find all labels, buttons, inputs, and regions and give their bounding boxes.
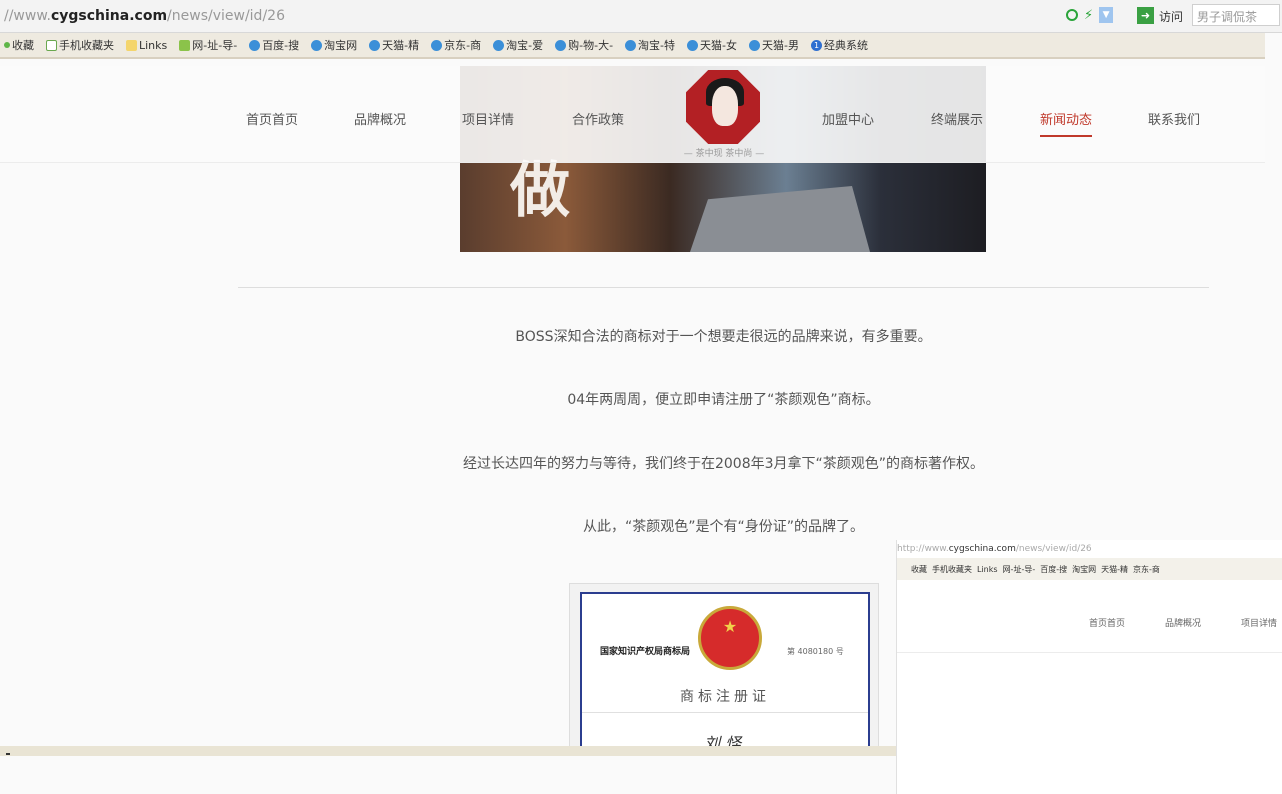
nav-franchise-center[interactable]: 加盟中心 [822, 109, 874, 128]
bookmark-item[interactable]: 京东-商 [431, 37, 481, 53]
certificate-issuer: 国家知识产权局商标局 [600, 647, 691, 657]
inset-bookmarks-bar: 收藏 手机收藏夹 Links 网-址-导- 百度-搜 淘宝网 天猫-精 京东-商 [897, 558, 1282, 580]
nav-contact-us[interactable]: 联系我们 [1148, 109, 1200, 128]
logo-face-shape [712, 86, 738, 126]
inset-bookmark: 京东-商 [1133, 564, 1160, 574]
nav-news[interactable]: 新闻动态 [1040, 109, 1093, 137]
globe-icon [249, 39, 261, 51]
inset-bookmark: 收藏 [911, 564, 927, 574]
article-paragraph: 04年两周周，便立即申请注册了“茶颜观色”商标。 [567, 392, 880, 408]
go-button[interactable]: 访问 [1159, 8, 1183, 25]
inset-screenshot: http://www.cygschina.com/news/view/id/26… [896, 540, 1282, 794]
globe-icon [555, 39, 567, 51]
chevron-down-icon[interactable]: ▼ [1099, 7, 1114, 23]
bookmark-item[interactable]: 购-物-大- [555, 37, 613, 53]
bookmark-item[interactable]: 淘宝网 [311, 37, 357, 53]
inset-nav-item: 首页首页 [1089, 619, 1126, 629]
brand-logo[interactable]: — 茶中现 茶中尚 — [678, 66, 770, 162]
certificate-number: 第 4080180 号 [787, 647, 844, 656]
logo-emblem [686, 70, 760, 144]
site-navigation: 首页首页 品牌概况 项目详情 合作政策 — 茶中现 茶中尚 — 加盟中心 终端展… [0, 66, 1265, 163]
page-icon [46, 39, 57, 51]
nav-home[interactable]: 首页首页 [246, 109, 298, 128]
numbered-circle-icon: 1 [811, 39, 822, 51]
article-paragraph: BOSS深知合法的商标对于一个想要走很远的品牌来说，有多重要。 [515, 329, 932, 345]
bookmark-item[interactable]: 天猫-女 [687, 37, 737, 53]
star-icon [4, 42, 10, 48]
bookmark-item[interactable]: 收藏 [4, 37, 34, 53]
bookmark-item[interactable]: 网-址-导- [179, 37, 237, 53]
globe-icon [687, 39, 699, 51]
inset-bookmark: 手机收藏夹 [932, 564, 972, 574]
address-bar: //www.cygschina.com/news/view/id/26 ⚡ ▼ … [0, 0, 1282, 33]
inset-bookmark: 淘宝网 [1072, 564, 1097, 574]
folder-icon [126, 39, 137, 51]
house-icon [179, 39, 191, 51]
cursor-mark [6, 753, 10, 755]
globe-icon [493, 39, 505, 51]
inset-bookmark: 百度-搜 [1040, 564, 1068, 574]
inset-bookmark: 天猫-精 [1101, 564, 1129, 574]
globe-icon [749, 39, 761, 51]
certificate-rule [582, 712, 868, 713]
national-emblem-icon: ★ [698, 606, 762, 670]
globe-icon [625, 39, 637, 51]
bookmark-item[interactable]: Links [126, 39, 167, 52]
nav-project-details[interactable]: 项目详情 [462, 109, 514, 128]
inset-bookmark: 网-址-导- [1002, 564, 1036, 574]
globe-icon [431, 39, 443, 51]
inset-url: http://www.cygschina.com/news/view/id/26 [897, 544, 1092, 554]
globe-icon [311, 39, 323, 51]
logo-tagline: — 茶中现 茶中尚 — [683, 149, 765, 159]
nav-store-showcase[interactable]: 终端展示 [931, 109, 983, 128]
inset-nav-item: 品牌概况 [1165, 619, 1202, 629]
address-icons: ⚡ ▼ [1066, 7, 1114, 23]
article-paragraph: 经过长达四年的努力与等待，我们终于在2008年3月拿下“茶颜观色”的商标著作权。 [462, 456, 985, 472]
certificate-title: 商标注册证 [680, 689, 770, 705]
nav-cooperation-policy[interactable]: 合作政策 [572, 109, 624, 128]
inset-navigation: 首页首页 品牌概况 项目详情 [897, 582, 1282, 653]
inset-nav-item: 项目详情 [1241, 619, 1278, 629]
url-path: /news/view/id/26 [167, 8, 285, 24]
bookmark-item[interactable]: 淘宝-爱 [493, 37, 543, 53]
bookmarks-bar: 收藏 手机收藏夹 Links 网-址-导- 百度-搜 淘宝网 天猫-精 京东-商… [0, 33, 1265, 59]
inset-bookmark: Links [977, 564, 998, 574]
search-input[interactable]: 男子调侃茶 [1192, 4, 1280, 26]
bookmark-item[interactable]: 淘宝-特 [625, 37, 675, 53]
bookmark-item[interactable]: 天猫-精 [369, 37, 419, 53]
bookmark-item[interactable]: 1 经典系统 [811, 37, 868, 53]
globe-icon [369, 39, 381, 51]
article-paragraph: 从此，“茶颜观色”是个有“身份证”的品牌了。 [582, 519, 864, 535]
refresh-icon[interactable] [1066, 9, 1078, 21]
url-field[interactable]: //www.cygschina.com/news/view/id/26 [4, 8, 285, 24]
url-scheme: //www. [4, 8, 51, 24]
bookmark-item[interactable]: 百度-搜 [249, 37, 299, 53]
bookmark-item[interactable]: 手机收藏夹 [46, 37, 114, 53]
certificate-frame: 国家知识产权局商标局 ★ 第 4080180 号 商标注册证 刘 怪 [580, 592, 870, 753]
bookmark-item[interactable]: 天猫-男 [749, 37, 799, 53]
go-arrow-icon[interactable]: ➜ [1137, 7, 1154, 24]
url-host: cygschina.com [50, 8, 168, 24]
content-divider [238, 287, 1209, 288]
banner-building-image [690, 186, 870, 252]
horizontal-scrollbar[interactable] [0, 746, 896, 756]
lightning-icon[interactable]: ⚡ [1084, 8, 1093, 23]
nav-brand-overview[interactable]: 品牌概况 [354, 109, 406, 128]
trademark-certificate-image: 国家知识产权局商标局 ★ 第 4080180 号 商标注册证 刘 怪 [569, 583, 879, 753]
